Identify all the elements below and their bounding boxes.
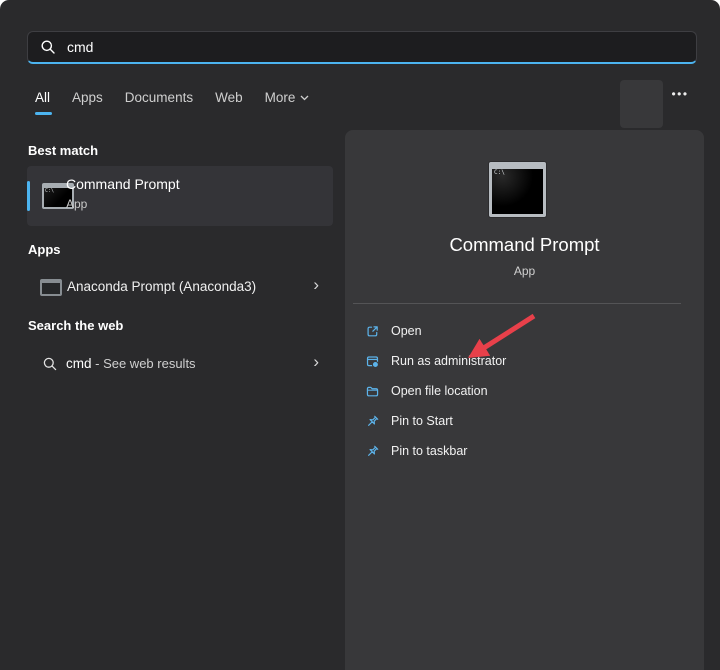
more-options-button[interactable]: ••• bbox=[662, 85, 698, 103]
chevron-right-icon: › bbox=[313, 275, 319, 295]
best-match-result-command-prompt[interactable]: C:\ Command Prompt App bbox=[27, 166, 333, 226]
open-icon bbox=[365, 324, 380, 339]
web-result-text: cmd - See web results bbox=[66, 356, 196, 371]
search-box[interactable] bbox=[27, 31, 697, 64]
result-subtitle: App bbox=[66, 197, 87, 211]
tab-more[interactable]: More bbox=[265, 90, 310, 105]
best-match-header: Best match bbox=[28, 143, 98, 158]
selection-accent-bar bbox=[27, 181, 30, 211]
result-label: Anaconda Prompt (Anaconda3) bbox=[67, 279, 256, 294]
folder-icon bbox=[365, 384, 380, 399]
search-icon bbox=[40, 39, 56, 55]
chevron-down-icon bbox=[300, 95, 309, 101]
action-pin-to-start[interactable]: Pin to Start bbox=[345, 406, 704, 436]
action-label: Open bbox=[391, 324, 422, 338]
tab-all[interactable]: All bbox=[35, 90, 50, 105]
search-the-web-header: Search the web bbox=[28, 318, 123, 333]
divider bbox=[353, 303, 681, 304]
apps-header: Apps bbox=[28, 242, 61, 257]
chevron-right-icon: › bbox=[313, 352, 319, 372]
run-as-admin-icon bbox=[365, 354, 380, 369]
tab-documents[interactable]: Documents bbox=[125, 90, 193, 105]
tab-apps[interactable]: Apps bbox=[72, 90, 103, 105]
action-pin-to-taskbar[interactable]: Pin to taskbar bbox=[345, 436, 704, 466]
context-actions-list: Open Run as administrator Open file loca… bbox=[345, 316, 704, 466]
action-label: Open file location bbox=[391, 384, 488, 398]
tab-more-label: More bbox=[265, 90, 296, 105]
web-query: cmd bbox=[66, 356, 92, 371]
active-tab-underline bbox=[35, 112, 52, 115]
preview-panel: C:\ Command Prompt App Open Run as admin… bbox=[345, 130, 704, 670]
tab-web[interactable]: Web bbox=[215, 90, 243, 105]
action-open-file-location[interactable]: Open file location bbox=[345, 376, 704, 406]
pin-icon bbox=[365, 444, 380, 459]
result-title: Command Prompt bbox=[66, 176, 180, 192]
action-label: Run as administrator bbox=[391, 354, 506, 368]
windows-search-flyout: All Apps Documents Web More ••• Best mat… bbox=[0, 0, 720, 670]
action-label: Pin to Start bbox=[391, 414, 453, 428]
preview-subtitle: App bbox=[345, 264, 704, 278]
result-web-search-cmd[interactable]: cmd - See web results › bbox=[27, 348, 333, 380]
pin-icon bbox=[365, 414, 380, 429]
web-suffix: - See web results bbox=[92, 356, 196, 371]
preview-title: Command Prompt bbox=[345, 234, 704, 256]
action-open[interactable]: Open bbox=[345, 316, 704, 346]
command-prompt-large-icon: C:\ bbox=[489, 162, 546, 217]
search-input[interactable] bbox=[67, 39, 684, 55]
action-run-as-administrator[interactable]: Run as administrator bbox=[345, 346, 704, 376]
header-hover-highlight bbox=[620, 80, 663, 128]
action-label: Pin to taskbar bbox=[391, 444, 467, 458]
search-icon bbox=[42, 356, 58, 372]
result-anaconda-prompt[interactable]: Anaconda Prompt (Anaconda3) › bbox=[27, 271, 333, 305]
search-filter-tabs: All Apps Documents Web More bbox=[35, 90, 309, 105]
anaconda-prompt-icon bbox=[40, 279, 62, 296]
